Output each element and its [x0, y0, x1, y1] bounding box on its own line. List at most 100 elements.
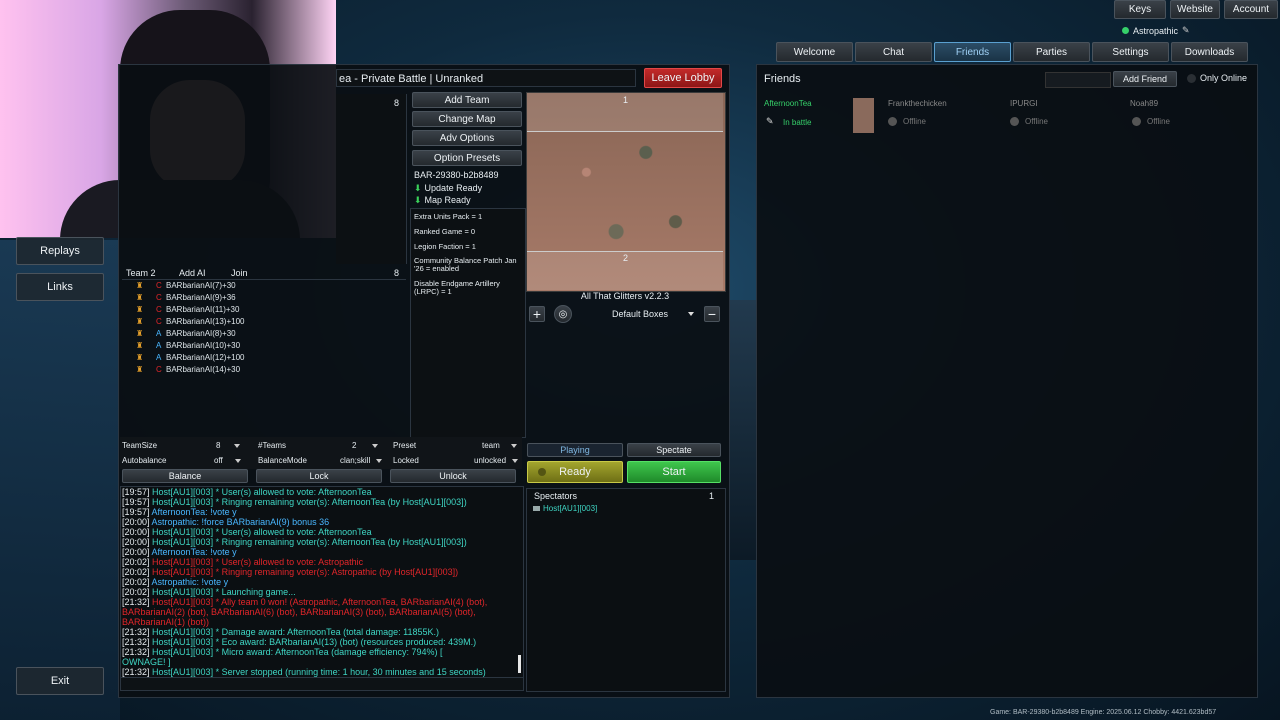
tab-parties[interactable]: Parties [1013, 42, 1090, 62]
minus-icon: − [707, 306, 717, 322]
player-row[interactable]: ♜ C BARbarianAI(13)+100 [136, 317, 245, 326]
links-button[interactable]: Links [16, 273, 104, 301]
chat-line: [20:02] Astropathic: !vote y [122, 577, 516, 587]
player-row[interactable]: ♜ A BARbarianAI(12)+100 [136, 353, 245, 362]
balancemode-label: BalanceMode [258, 456, 307, 465]
account-button[interactable]: Account [1224, 0, 1278, 19]
website-button[interactable]: Website [1170, 0, 1220, 19]
tab-chat[interactable]: Chat [855, 42, 932, 62]
chat-timestamp: [21:32] [122, 627, 150, 637]
preset-dropdown[interactable]: team [482, 441, 517, 450]
change-map-button[interactable]: Change Map [412, 111, 522, 127]
friend-status: Offline [903, 117, 926, 126]
user-status: Astropathic ✎ [1122, 25, 1190, 36]
online-dot-icon [1122, 27, 1129, 34]
balance-button[interactable]: Balance [122, 469, 248, 483]
locked-dropdown[interactable]: unlocked [474, 456, 519, 465]
chat-line: [20:00] Host[AU1][003] * Ringing remaini… [122, 537, 516, 547]
add-team-button[interactable]: Add Team [412, 92, 522, 108]
adv-options-button[interactable]: Adv Options [412, 130, 522, 146]
boxes-dropdown[interactable]: Default Boxes [582, 306, 698, 322]
keys-button[interactable]: Keys [1114, 0, 1166, 19]
map-preview[interactable]: 1 2 [526, 92, 726, 292]
teams-dropdown[interactable]: 2 [352, 441, 379, 450]
chat-text: Host[AU1][003] * User(s) allowed to vote… [149, 487, 372, 497]
add-ai-link[interactable]: Add AI [179, 268, 206, 278]
remove-box-button[interactable]: − [704, 306, 720, 322]
tab-friends[interactable]: Friends [934, 42, 1011, 62]
team1-area [336, 94, 407, 264]
player-name: BARbarianAI(14)+30 [166, 365, 241, 374]
player-row[interactable]: ♜ C BARbarianAI(11)+30 [136, 305, 239, 314]
chat-text: Host[AU1][003] * Eco award: BARbarianAI(… [149, 637, 477, 647]
scrollbar[interactable] [518, 655, 521, 673]
rank-icon: ♜ [136, 293, 144, 302]
friend-search-input[interactable] [1045, 72, 1111, 88]
rank-icon: ♜ [136, 329, 144, 338]
armada-faction-icon: A [156, 353, 162, 362]
chat-timestamp: [20:02] [122, 557, 150, 567]
start-box-label: 2 [623, 253, 629, 263]
friend-status: In battle [783, 118, 812, 127]
chat-text: Host[AU1][003] * Ringing remaining voter… [149, 497, 467, 507]
offline-dot-icon [1010, 117, 1019, 126]
boxes-label: Default Boxes [611, 309, 669, 319]
tab-welcome[interactable]: Welcome [776, 42, 853, 62]
autobalance-dropdown[interactable]: off [214, 456, 241, 465]
circle-icon: ◎ [558, 308, 568, 320]
exit-button[interactable]: Exit [16, 667, 104, 695]
playing-toggle[interactable]: Playing [527, 443, 623, 457]
friend-entry[interactable]: Frankthechicken Offline [883, 95, 1001, 133]
unlock-button[interactable]: Unlock [390, 469, 516, 483]
chat-text: AfternoonTea: !vote y [149, 507, 237, 517]
chat-input[interactable] [120, 677, 524, 691]
tab-downloads[interactable]: Downloads [1171, 42, 1248, 62]
lock-button[interactable]: Lock [256, 469, 382, 483]
chat-line: [20:02] Host[AU1][003] * User(s) allowed… [122, 557, 516, 567]
friend-entry[interactable]: Noah89 Offline [1127, 95, 1245, 133]
battle-title: ea - Private Battle | Unranked [336, 69, 636, 87]
option-item: Extra Units Pack = 1 [414, 212, 483, 221]
only-online-toggle[interactable]: Only Online [1187, 73, 1247, 83]
pencil-icon: ✎ [766, 116, 774, 126]
friend-entry[interactable]: IPURGI Offline [1005, 95, 1123, 133]
add-box-button[interactable]: + [529, 306, 545, 322]
chat-text: OWNAGE! ] [122, 657, 171, 667]
armada-faction-icon: A [156, 329, 162, 338]
preset-value: team [482, 441, 500, 450]
teamsize-value: 8 [216, 441, 221, 450]
teamsize-dropdown[interactable]: 8 [216, 441, 241, 450]
clear-box-button[interactable]: ◎ [554, 305, 572, 323]
friends-panel: Friends Add Friend Only Online Afternoon… [756, 64, 1258, 698]
join-link[interactable]: Join [231, 268, 248, 278]
ready-button[interactable]: Ready [527, 461, 623, 483]
player-row[interactable]: ♜ C BARbarianAI(7)+30 [136, 281, 236, 290]
autobalance-value: off [214, 456, 223, 465]
user-name: Astropathic [1133, 25, 1179, 36]
spectate-toggle[interactable]: Spectate [627, 443, 721, 457]
preset-label: Preset [393, 441, 417, 450]
option-presets-button[interactable]: Option Presets [412, 150, 522, 166]
player-row[interactable]: ♜ C BARbarianAI(14)+30 [136, 365, 240, 374]
tab-settings[interactable]: Settings [1092, 42, 1169, 62]
add-friend-button[interactable]: Add Friend [1113, 71, 1177, 87]
player-row[interactable]: ♜ A BARbarianAI(10)+30 [136, 341, 240, 350]
player-name: BARbarianAI(7)+30 [166, 281, 236, 290]
spectator-row[interactable]: Host[AU1][003] [533, 504, 597, 513]
replays-button[interactable]: Replays [16, 237, 104, 265]
armada-faction-icon: A [156, 341, 162, 350]
chat-log[interactable]: [19:57] Host[AU1][003] * User(s) allowed… [120, 486, 524, 678]
map-thumbnail [853, 98, 874, 133]
cortex-faction-icon: C [156, 365, 162, 374]
chat-text: Host[AU1][003] * User(s) allowed to vote… [149, 557, 364, 567]
start-button[interactable]: Start [627, 461, 721, 483]
chat-timestamp: [20:00] [122, 547, 150, 557]
settings-bar [120, 437, 522, 469]
friends-title: Friends [764, 73, 801, 85]
chevron-down-icon [234, 459, 241, 463]
leave-lobby-button[interactable]: Leave Lobby [644, 68, 722, 88]
player-row[interactable]: ♜ A BARbarianAI(8)+30 [136, 329, 236, 338]
balancemode-dropdown[interactable]: clan;skill [340, 456, 383, 465]
rank-icon: ♜ [136, 317, 144, 326]
player-row[interactable]: ♜ C BARbarianAI(9)+36 [136, 293, 236, 302]
